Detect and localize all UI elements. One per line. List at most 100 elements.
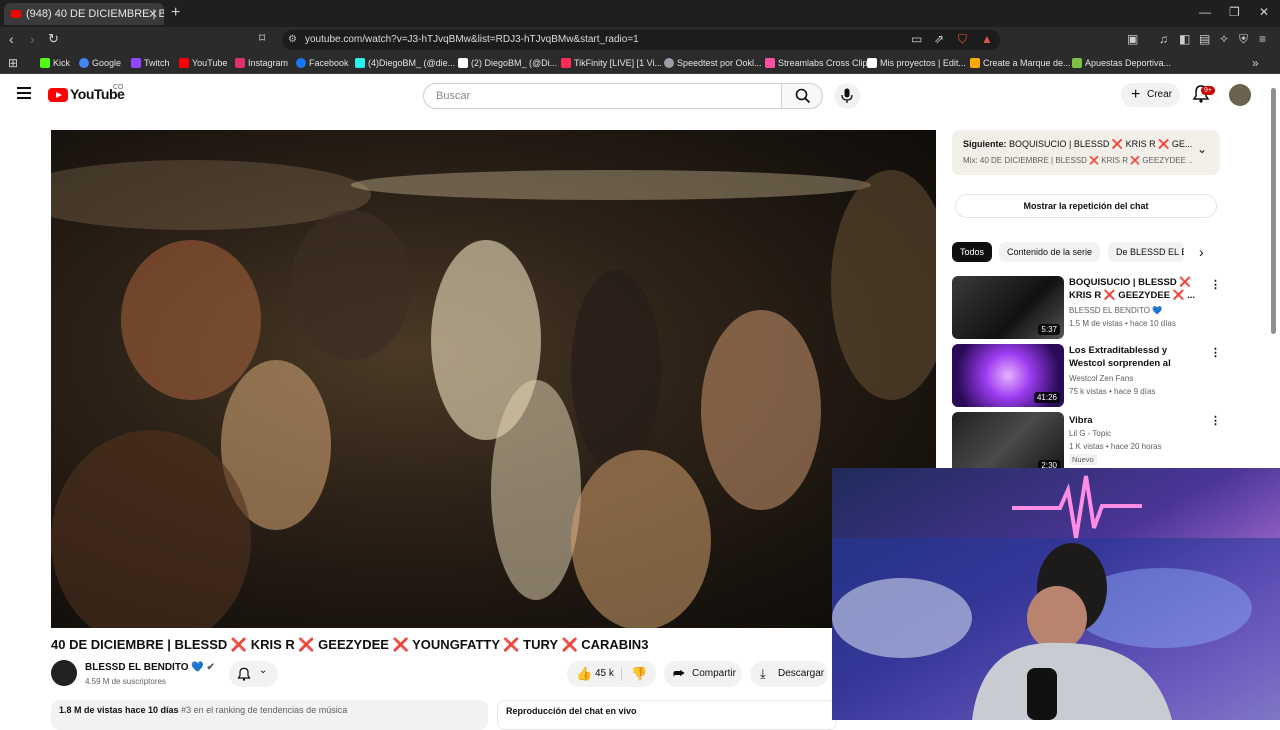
chip-series-content[interactable]: Contenido de la serie: [999, 242, 1101, 262]
bookmark-item[interactable]: Google: [79, 53, 121, 73]
bookmark-label: Facebook: [309, 58, 349, 68]
bookmark-icon[interactable]: ⌑: [259, 31, 265, 45]
chevron-down-icon[interactable]: ⌄: [1197, 142, 1207, 156]
more-vert-icon[interactable]: ⋮: [1210, 346, 1221, 359]
video-thumbnail[interactable]: 2:30: [952, 412, 1064, 475]
bookmark-label: Create a Marque de...: [983, 58, 1071, 68]
create-button[interactable]: + Crear: [1121, 83, 1180, 107]
sidebar-toggle-icon[interactable]: ▣: [1127, 32, 1138, 46]
rewards-icon[interactable]: ▲: [981, 32, 993, 46]
url-text: youtube.com/watch?v=J3-hTJvqBMw&list=RDJ…: [305, 34, 639, 45]
chat-replay-panel[interactable]: Reproducción del chat en vivo: [497, 700, 837, 730]
bookmark-item[interactable]: Instagram: [235, 53, 288, 73]
bookmark-item[interactable]: Apuestas Deportiva...: [1072, 53, 1171, 73]
search-input[interactable]: Buscar: [423, 83, 782, 109]
channel-name-text: BLESSD EL BENDITO 💙: [85, 662, 204, 673]
video-thumbnail[interactable]: 5:37: [952, 276, 1064, 339]
share-page-icon[interactable]: ⇗: [934, 32, 944, 46]
wallet-icon[interactable]: ▤: [1199, 32, 1210, 46]
recommended-video[interactable]: 2:30 Vibra Lil G - Topic 1 K vistas • ha…: [952, 412, 1242, 476]
browser-tab-bar: (948) 40 DE DICIEMBRE | BLESSD ✕ + — ❐ ✕: [0, 0, 1280, 27]
webcam-overlay: [832, 468, 1280, 720]
bets-icon: [1072, 58, 1082, 68]
marquee-icon: [970, 58, 980, 68]
youtube-play-icon: [48, 88, 68, 102]
site-info-icon[interactable]: ⚙: [288, 30, 297, 50]
cast-icon[interactable]: ▭: [911, 32, 922, 46]
verified-icon: ✔: [206, 662, 215, 673]
menu-icon[interactable]: ≡: [1259, 32, 1266, 46]
twitch-icon: [131, 58, 141, 68]
show-chat-replay-button[interactable]: Mostrar la repetición del chat: [955, 194, 1217, 218]
up-next-panel[interactable]: Siguiente: BOQUISUCIO | BLESSD ❌ KRIS R …: [952, 130, 1220, 175]
more-bookmarks-icon[interactable]: »: [1252, 56, 1259, 70]
crowd-person: [291, 210, 411, 360]
youtube-icon: [179, 58, 189, 68]
facebook-icon: [296, 58, 306, 68]
share-label: Compartir: [692, 668, 736, 679]
bookmark-item[interactable]: Streamlabs Cross Clip: [765, 53, 868, 73]
channel-name[interactable]: BLESSD EL BENDITO 💙 ✔: [85, 662, 215, 673]
window-close-icon[interactable]: ✕: [1259, 5, 1269, 19]
video-thumbnail[interactable]: 41:26: [952, 344, 1064, 407]
bookmark-item[interactable]: Create a Marque de...: [970, 53, 1071, 73]
address-bar-row: ‹ › ↻ ⌑ ⚙ youtube.com/watch?v=J3-hTJvqBM…: [0, 27, 1280, 53]
browser-tab[interactable]: (948) 40 DE DICIEMBRE | BLESSD ✕: [4, 3, 164, 25]
chevron-right-icon[interactable]: ›: [1199, 244, 1204, 260]
restore-icon[interactable]: ❐: [1229, 5, 1240, 19]
channel-avatar[interactable]: [51, 660, 77, 686]
description-box[interactable]: 1.8 M de vistas hace 10 días #3 en el ra…: [51, 700, 488, 730]
account-avatar[interactable]: [1229, 84, 1251, 106]
music-icon[interactable]: ♫: [1159, 32, 1168, 46]
bookmark-item[interactable]: TikFinity [LIVE] [1 Vi...: [561, 53, 662, 73]
search-button[interactable]: [781, 83, 823, 109]
bookmark-item[interactable]: Speedtest por Ookl...: [664, 53, 762, 73]
chevron-down-icon: ⌄: [259, 665, 268, 676]
dislike-button[interactable]: 👎: [625, 661, 655, 687]
subscription-bell-button[interactable]: ⌄: [229, 661, 278, 687]
back-icon[interactable]: ‹: [9, 31, 14, 47]
bookmark-item[interactable]: Mis proyectos | Edit...: [867, 53, 966, 73]
bookmark-label: Speedtest por Ookl...: [677, 58, 762, 68]
voice-search-button[interactable]: [834, 83, 860, 109]
close-icon[interactable]: ✕: [148, 3, 158, 25]
chat-replay-title: Reproducción del chat en vivo: [506, 706, 637, 716]
capcut-icon: [867, 58, 877, 68]
more-vert-icon[interactable]: ⋮: [1210, 414, 1221, 427]
fence: [831, 170, 936, 400]
up-next-label: Siguiente:: [963, 139, 1007, 149]
bookmark-item[interactable]: Twitch: [131, 53, 170, 73]
brave-shield-icon[interactable]: ⛉: [958, 32, 967, 47]
chip-all[interactable]: Todos: [952, 242, 993, 262]
new-badge: Nuevo: [1069, 454, 1097, 465]
more-vert-icon[interactable]: ⋮: [1210, 278, 1221, 291]
split-view-icon[interactable]: ◧: [1179, 32, 1190, 46]
bookmark-item[interactable]: (4)DiegoBM_ (@die...: [355, 53, 455, 73]
download-button[interactable]: ⤓ Descargar: [750, 661, 828, 687]
url-field[interactable]: ⚙ youtube.com/watch?v=J3-hTJvqBMw&list=R…: [282, 30, 1000, 50]
vpn-icon[interactable]: ⛨: [1239, 32, 1248, 47]
video-title: 40 DE DICIEMBRE | BLESSD ❌ KRIS R ❌ GEEZ…: [51, 637, 649, 652]
apps-grid-icon[interactable]: ⊞: [8, 56, 18, 70]
new-tab-icon[interactable]: +: [171, 3, 180, 23]
chip-from-channel[interactable]: De BLESSD EL B: [1108, 242, 1184, 262]
video-player[interactable]: [51, 130, 936, 628]
minimize-icon[interactable]: —: [1199, 5, 1211, 19]
leo-icon[interactable]: ✧: [1219, 32, 1229, 46]
share-button[interactable]: ⮫ Compartir: [664, 661, 742, 687]
bookmark-item[interactable]: YouTube: [179, 53, 227, 73]
hamburger-menu-icon[interactable]: [17, 87, 31, 102]
video-title: BOQUISUCIO | BLESSD ❌ KRIS R ❌ GEEZYDEE …: [1069, 277, 1196, 301]
page-scrollbar[interactable]: [1271, 88, 1276, 334]
bookmark-label: Apuestas Deportiva...: [1085, 58, 1172, 68]
recommended-video[interactable]: 41:26 Los Extraditablessd y Westcol sorp…: [952, 344, 1242, 408]
like-button[interactable]: 👍 45 k: [567, 661, 621, 687]
crowd-person: [121, 240, 261, 400]
bookmark-item[interactable]: Facebook: [296, 53, 349, 73]
bookmark-item[interactable]: (2) DiegoBM_ (@Di...: [458, 53, 557, 73]
forward-icon[interactable]: ›: [30, 31, 35, 47]
bookmark-item[interactable]: Kick: [40, 53, 70, 73]
reload-icon[interactable]: ↻: [48, 31, 59, 47]
recommended-video[interactable]: 5:37 BOQUISUCIO | BLESSD ❌ KRIS R ❌ GEEZ…: [952, 276, 1242, 340]
bookmark-label: Kick: [53, 58, 71, 68]
